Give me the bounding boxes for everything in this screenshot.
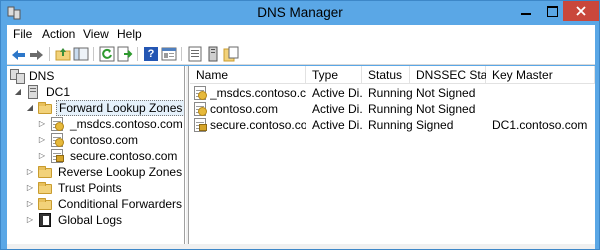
folder-icon bbox=[37, 180, 53, 196]
column-header-name[interactable]: Name bbox=[190, 66, 306, 84]
server-icon bbox=[25, 84, 41, 100]
tree-label: Conditional Forwarders bbox=[58, 197, 183, 211]
column-header-type[interactable]: Type bbox=[306, 66, 362, 84]
zone-icon bbox=[49, 132, 65, 148]
tree-node-reverse-lookup-zones[interactable]: ▷ Reverse Lookup Zones bbox=[25, 164, 184, 180]
expand-icon[interactable]: ▷ bbox=[25, 215, 35, 225]
toolbar: ? bbox=[7, 43, 595, 65]
tree-label: DNS bbox=[29, 69, 55, 83]
expand-icon[interactable]: ▷ bbox=[37, 119, 47, 129]
title-bar: DNS Manager bbox=[1, 1, 599, 25]
console-tree: DNS ◢ DC1 ◢ Forward Lookup Zones ▷ _msdc… bbox=[7, 66, 185, 244]
server-icon[interactable] bbox=[205, 46, 221, 62]
expand-icon[interactable]: ▷ bbox=[25, 167, 35, 177]
toolbar-separator bbox=[49, 47, 50, 61]
column-header-key-master[interactable]: Key Master bbox=[486, 66, 595, 84]
cell-name: secure.contoso.com bbox=[210, 118, 306, 132]
menu-bar: File Action View Help bbox=[7, 25, 595, 43]
cell-type: Active Di... bbox=[312, 118, 362, 132]
details-list: Name Type Status DNSSEC Status Key Maste… bbox=[190, 66, 595, 244]
tree-node-conditional-forwarders[interactable]: ▷ Conditional Forwarders bbox=[25, 196, 184, 212]
new-zone-icon[interactable] bbox=[223, 46, 239, 62]
table-row[interactable]: secure.contoso.com Active Di... Running … bbox=[190, 117, 595, 133]
tree-label: Reverse Lookup Zones bbox=[58, 165, 183, 179]
minimize-button[interactable] bbox=[513, 1, 539, 21]
tree-node-contoso-zone[interactable]: ▷ contoso.com bbox=[37, 132, 184, 148]
status-bar bbox=[7, 244, 595, 249]
column-header-dnssec-status[interactable]: DNSSEC Status bbox=[410, 66, 503, 84]
signed-zone-icon bbox=[192, 117, 208, 133]
expand-icon[interactable]: ▷ bbox=[25, 199, 35, 209]
menu-view[interactable]: View bbox=[83, 27, 109, 41]
tree-node-secure-zone[interactable]: ▷ secure.contoso.com bbox=[37, 148, 184, 164]
dns-icon bbox=[9, 68, 25, 84]
back-icon[interactable] bbox=[11, 46, 27, 62]
cell-name: _msdcs.contoso.com bbox=[210, 86, 306, 100]
cell-dnssec-status: Signed bbox=[416, 118, 454, 132]
show-hide-tree-icon[interactable] bbox=[73, 46, 89, 62]
tree-node-forward-lookup-zones[interactable]: ◢ Forward Lookup Zones bbox=[25, 100, 184, 116]
column-header-status[interactable]: Status bbox=[362, 66, 410, 84]
maximize-button[interactable] bbox=[539, 1, 565, 21]
cell-name: contoso.com bbox=[210, 102, 279, 116]
tree-label: DC1 bbox=[46, 85, 71, 99]
tree-label: Trust Points bbox=[58, 181, 122, 195]
export-list-icon[interactable] bbox=[117, 46, 133, 62]
cell-key-master: DC1.contoso.com bbox=[492, 118, 588, 132]
menu-help[interactable]: Help bbox=[117, 27, 142, 41]
log-book-icon bbox=[37, 212, 53, 228]
cell-dnssec-status: Not Signed bbox=[416, 86, 476, 100]
folder-icon bbox=[37, 100, 53, 116]
refresh-icon[interactable] bbox=[99, 46, 115, 62]
dns-manager-window: DNS Manager File Action View Help ? DNS … bbox=[0, 0, 600, 250]
collapse-icon[interactable]: ◢ bbox=[13, 87, 23, 97]
forward-icon[interactable] bbox=[29, 46, 45, 62]
expand-icon[interactable]: ▷ bbox=[37, 135, 47, 145]
tree-label: _msdcs.contoso.com bbox=[70, 117, 183, 131]
tree-node-trust-points[interactable]: ▷ Trust Points bbox=[25, 180, 184, 196]
zone-icon bbox=[49, 116, 65, 132]
menu-action[interactable]: Action bbox=[42, 27, 75, 41]
folder-icon bbox=[37, 196, 53, 212]
cell-status: Running bbox=[368, 102, 413, 116]
server-list-icon[interactable] bbox=[187, 46, 203, 62]
expand-icon[interactable]: ▷ bbox=[25, 183, 35, 193]
signed-zone-icon bbox=[49, 148, 65, 164]
cell-dnssec-status: Not Signed bbox=[416, 102, 476, 116]
content-area: DNS ◢ DC1 ◢ Forward Lookup Zones ▷ _msdc… bbox=[7, 66, 595, 244]
tree-node-global-logs[interactable]: ▷ Global Logs bbox=[25, 212, 184, 228]
table-row[interactable]: contoso.com Active Di... Running Not Sig… bbox=[190, 101, 595, 117]
expand-icon[interactable]: ▷ bbox=[37, 151, 47, 161]
cell-type: Active Di... bbox=[312, 86, 362, 100]
up-folder-icon[interactable] bbox=[55, 46, 71, 62]
tree-node-dns[interactable]: DNS bbox=[9, 68, 179, 84]
tree-label: Global Logs bbox=[58, 213, 123, 227]
tree-label: secure.contoso.com bbox=[70, 149, 178, 163]
zone-icon bbox=[192, 101, 208, 117]
window-title: DNS Manager bbox=[257, 5, 343, 20]
menu-file[interactable]: File bbox=[13, 27, 32, 41]
tree-label: contoso.com bbox=[70, 133, 139, 147]
cell-type: Active Di... bbox=[312, 102, 362, 116]
table-row[interactable]: _msdcs.contoso.com Active Di... Running … bbox=[190, 85, 595, 101]
help-icon[interactable]: ? bbox=[143, 46, 159, 62]
tree-label: Forward Lookup Zones bbox=[56, 100, 184, 116]
toolbar-separator bbox=[181, 47, 182, 61]
close-button[interactable] bbox=[563, 1, 599, 21]
tree-node-msdcs-zone[interactable]: ▷ _msdcs.contoso.com bbox=[37, 116, 184, 132]
cell-status: Running bbox=[368, 118, 413, 132]
zone-icon bbox=[192, 85, 208, 101]
folder-icon bbox=[37, 164, 53, 180]
collapse-icon[interactable]: ◢ bbox=[25, 103, 35, 113]
cell-status: Running bbox=[368, 86, 413, 100]
toolbar-separator bbox=[137, 47, 138, 61]
tree-node-dc1[interactable]: ◢ DC1 bbox=[13, 84, 179, 100]
pane-splitter[interactable] bbox=[186, 66, 189, 244]
toolbar-separator bbox=[93, 47, 94, 61]
properties-icon[interactable] bbox=[161, 46, 177, 62]
